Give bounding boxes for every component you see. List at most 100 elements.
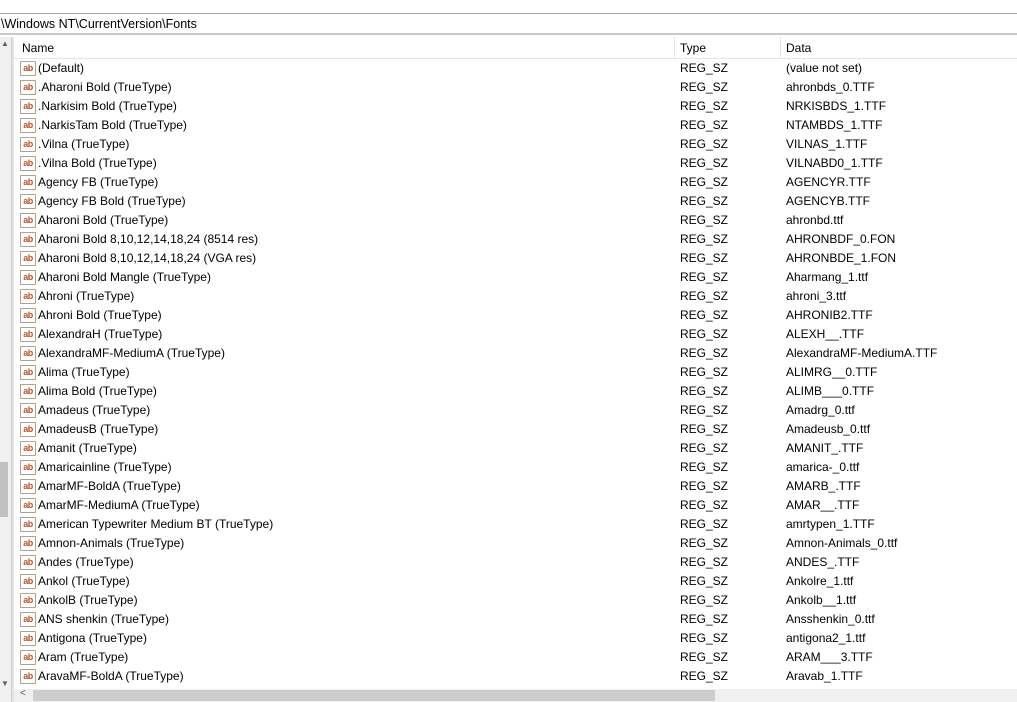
value-name: Aharoni Bold Mangle (TrueType) — [38, 270, 211, 284]
horizontal-scrollbar[interactable]: < — [14, 688, 1017, 702]
value-name: .Narkisim Bold (TrueType) — [38, 99, 177, 113]
value-name: .Aharoni Bold (TrueType) — [38, 80, 172, 94]
table-row[interactable]: ab Amanit (TrueType) REG_SZ AMANIT_.TTF — [14, 439, 1017, 458]
table-row[interactable]: ab Aharoni Bold Mangle (TrueType) REG_SZ Ah… — [14, 268, 1017, 287]
string-value-icon: ab — [20, 384, 36, 399]
string-value-icon: ab — [20, 289, 36, 304]
column-header-name[interactable]: Name — [22, 41, 54, 55]
tree-pane-scrollbar[interactable]: ▲ ▼ — [0, 37, 12, 702]
table-row[interactable]: ab .Vilna (TrueType) REG_SZ VILNAS_1.TTF — [14, 135, 1017, 154]
value-type: REG_SZ — [680, 479, 729, 493]
value-type: REG_SZ — [680, 118, 729, 132]
value-type: REG_SZ — [680, 384, 729, 398]
table-row[interactable]: ab Amadeus (TrueType) REG_SZ Amadrg_0.ttf — [14, 401, 1017, 420]
table-row[interactable]: ab (Default) REG_SZ (value not set) — [14, 59, 1017, 78]
value-data: antigona2_1.ttf — [786, 631, 866, 645]
value-name: Agency FB Bold (TrueType) — [38, 194, 186, 208]
table-row[interactable]: ab American Typewriter Medium BT (TrueTyp… — [14, 515, 1017, 534]
value-data: ARAM___3.TTF — [786, 650, 873, 664]
string-value-icon: ab — [20, 669, 36, 684]
table-row[interactable]: ab AnkolB (TrueType) REG_SZ Ankolb__1.ttf — [14, 591, 1017, 610]
value-type: REG_SZ — [680, 612, 729, 626]
column-divider[interactable] — [780, 37, 781, 59]
values-list: Name Type Data ab (Default) REG_SZ (value n… — [14, 37, 1017, 689]
table-row[interactable]: ab AmadeusB (TrueType) REG_SZ Amadeusb_0.tt… — [14, 420, 1017, 439]
table-row[interactable]: ab Ankol (TrueType) REG_SZ Ankolre_1.ttf — [14, 572, 1017, 591]
table-row[interactable]: ab Alima (TrueType) REG_SZ ALIMRG__0.TTF — [14, 363, 1017, 382]
table-row[interactable]: ab Aharoni Bold 8,10,12,14,18,24 (8514 re… — [14, 230, 1017, 249]
list-header: Name Type Data — [14, 37, 1017, 59]
value-name: Amadeus (TrueType) — [38, 403, 151, 417]
value-name: Alima (TrueType) — [38, 365, 130, 379]
string-value-icon: ab — [20, 175, 36, 190]
table-row[interactable]: ab Agency FB (TrueType) REG_SZ AGENCYR.TTF — [14, 173, 1017, 192]
value-data: Amadrg_0.ttf — [786, 403, 855, 417]
value-type: REG_SZ — [680, 536, 729, 550]
column-divider[interactable] — [674, 37, 675, 59]
value-type: REG_SZ — [680, 346, 729, 360]
table-row[interactable]: ab .Narkisim Bold (TrueType) REG_SZ NRKISBD… — [14, 97, 1017, 116]
table-row[interactable]: ab Agency FB Bold (TrueType) REG_SZ AGENCYB… — [14, 192, 1017, 211]
string-value-icon: ab — [20, 61, 36, 76]
table-row[interactable]: ab Ahroni (TrueType) REG_SZ ahroni_3.ttf — [14, 287, 1017, 306]
value-data: ALIMRG__0.TTF — [786, 365, 878, 379]
string-value-icon: ab — [20, 194, 36, 209]
table-row[interactable]: ab ANS shenkin (TrueType) REG_SZ Ansshenkin… — [14, 610, 1017, 629]
value-data: ahronbds_0.TTF — [786, 80, 875, 94]
table-row[interactable]: ab Alima Bold (TrueType) REG_SZ ALIMB___0.T… — [14, 382, 1017, 401]
column-header-type[interactable]: Type — [680, 41, 706, 55]
table-row[interactable]: ab AlexandraMF-MediumA (TrueType) REG_SZ Al… — [14, 344, 1017, 363]
value-data: (value not set) — [786, 61, 863, 75]
scroll-up-icon[interactable]: ▲ — [1, 39, 9, 48]
value-type: REG_SZ — [680, 517, 729, 531]
table-row[interactable]: ab .Aharoni Bold (TrueType) REG_SZ ahronbds… — [14, 78, 1017, 97]
value-name: Ankol (TrueType) — [38, 574, 130, 588]
string-value-icon: ab — [20, 441, 36, 456]
horizontal-scroll-thumb[interactable] — [33, 690, 715, 701]
address-bar[interactable]: \Windows NT\CurrentVersion\Fonts — [0, 15, 1017, 35]
value-type: REG_SZ — [680, 650, 729, 664]
value-data: Amadeusb_0.ttf — [786, 422, 871, 436]
value-type: REG_SZ — [680, 232, 729, 246]
column-header-data[interactable]: Data — [786, 41, 811, 55]
value-type: REG_SZ — [680, 99, 729, 113]
string-value-icon: ab — [20, 460, 36, 475]
table-row[interactable]: ab Antigona (TrueType) REG_SZ antigona2_1.t… — [14, 629, 1017, 648]
value-data: ALEXH__.TTF — [786, 327, 865, 341]
value-type: REG_SZ — [680, 441, 729, 455]
value-name: American Typewriter Medium BT (TrueType) — [38, 517, 274, 531]
table-row[interactable]: ab .Vilna Bold (TrueType) REG_SZ VILNABD0_1… — [14, 154, 1017, 173]
value-type: REG_SZ — [680, 403, 729, 417]
table-row[interactable]: ab Aram (TrueType) REG_SZ ARAM___3.TTF — [14, 648, 1017, 667]
scroll-thumb[interactable] — [0, 462, 8, 517]
value-data: NTAMBDS_1.TTF — [786, 118, 883, 132]
value-type: REG_SZ — [680, 194, 729, 208]
table-row[interactable]: ab Amnon-Animals (TrueType) REG_SZ Amnon-An… — [14, 534, 1017, 553]
value-name: Ahroni Bold (TrueType) — [38, 308, 162, 322]
value-type: REG_SZ — [680, 175, 729, 189]
value-type: REG_SZ — [680, 460, 729, 474]
value-data: ANDES_.TTF — [786, 555, 860, 569]
table-row[interactable]: ab Ahroni Bold (TrueType) REG_SZ AHRONIB2.T… — [14, 306, 1017, 325]
table-row[interactable]: ab Andes (TrueType) REG_SZ ANDES_.TTF — [14, 553, 1017, 572]
value-type: REG_SZ — [680, 80, 729, 94]
value-data: AHRONIB2.TTF — [786, 308, 873, 322]
table-row[interactable]: ab .NarkisTam Bold (TrueType) REG_SZ NTAMBD… — [14, 116, 1017, 135]
value-name: Agency FB (TrueType) — [38, 175, 159, 189]
value-data: Ankolre_1.ttf — [786, 574, 854, 588]
table-row[interactable]: ab AmarMF-BoldA (TrueType) REG_SZ AMARB_.TT… — [14, 477, 1017, 496]
value-name: Alima Bold (TrueType) — [38, 384, 157, 398]
value-name: Antigona (TrueType) — [38, 631, 147, 645]
string-value-icon: ab — [20, 403, 36, 418]
scroll-left-icon[interactable]: < — [20, 688, 26, 699]
table-row[interactable]: ab Aharoni Bold (TrueType) REG_SZ ahronbd.t… — [14, 211, 1017, 230]
table-row[interactable]: ab AlexandraH (TrueType) REG_SZ ALEXH__.TTF — [14, 325, 1017, 344]
table-row[interactable]: ab AravaMF-BoldA (TrueType) REG_SZ Aravab_1… — [14, 667, 1017, 686]
scroll-down-icon[interactable]: ▼ — [1, 679, 9, 688]
table-row[interactable]: ab Amaricainline (TrueType) REG_SZ amarica-… — [14, 458, 1017, 477]
string-value-icon: ab — [20, 422, 36, 437]
string-value-icon: ab — [20, 270, 36, 285]
value-name: AmarMF-MediumA (TrueType) — [38, 498, 200, 512]
table-row[interactable]: ab AmarMF-MediumA (TrueType) REG_SZ AMAR__.… — [14, 496, 1017, 515]
table-row[interactable]: ab Aharoni Bold 8,10,12,14,18,24 (VGA res… — [14, 249, 1017, 268]
